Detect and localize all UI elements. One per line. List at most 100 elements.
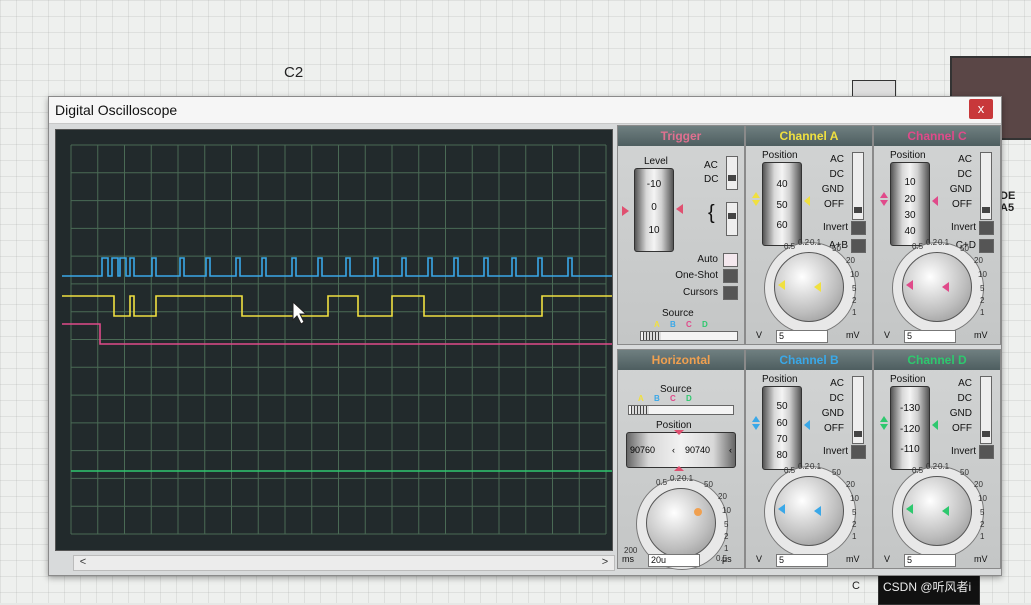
volts-pointer-icon — [778, 280, 785, 290]
coupling-ac-label: AC — [958, 154, 972, 165]
volts-unit-left: V — [884, 554, 891, 564]
scale-tick: 50 — [832, 244, 841, 253]
channel-position-dial[interactable]: 10 20 30 40 — [890, 162, 930, 246]
coupling-off-label: OFF — [952, 199, 972, 210]
component-label-c: C — [852, 580, 860, 592]
close-button[interactable]: x — [969, 99, 993, 119]
coupling-gnd-label: GND — [821, 408, 844, 419]
source-a: A — [654, 320, 660, 329]
position-up-arrow-icon[interactable] — [752, 416, 760, 422]
level-tick: 10 — [648, 225, 660, 236]
invert-toggle[interactable] — [851, 221, 866, 235]
coupling-dc-label: DC — [829, 393, 844, 404]
horizontal-scrollbar[interactable]: < > — [73, 555, 615, 571]
horizontal-source-slider[interactable] — [628, 405, 734, 415]
auto-toggle[interactable] — [723, 253, 738, 267]
position-down-arrow-icon[interactable] — [880, 200, 888, 206]
source-d: D — [686, 394, 692, 403]
timebase-indicator-icon — [694, 508, 702, 516]
trigger-coupling-switch[interactable] — [726, 156, 738, 190]
coupling-ac-label: AC — [958, 378, 972, 389]
scale-tick: 1 — [852, 308, 857, 317]
position-down-arrow-icon[interactable] — [880, 424, 888, 430]
trigger-panel: Trigger Level -10 0 10 AC DC { Auto One-… — [617, 125, 745, 345]
invert-label: Invert — [950, 446, 976, 457]
scale-tick: 5 — [980, 508, 985, 517]
pos-arrow-right-icon: ‹ — [729, 445, 732, 455]
channel-position-dial[interactable]: -130 -120 -110 — [890, 386, 930, 470]
coupling-switch[interactable] — [980, 152, 992, 220]
scale-tick: 20 — [846, 480, 855, 489]
invert-toggle[interactable] — [979, 221, 994, 235]
position-tick: 50 — [776, 401, 788, 412]
volts-value[interactable]: 5 — [904, 330, 956, 343]
position-marker-icon — [804, 420, 810, 430]
invert-toggle[interactable] — [851, 445, 866, 459]
trigger-source-label: Source — [662, 308, 694, 319]
trigger-source-slider[interactable] — [640, 331, 738, 341]
title-bar[interactable]: Digital Oscilloscope x — [49, 97, 1001, 124]
trigger-ac-label: AC — [704, 160, 718, 171]
channel-title: Channel B — [746, 350, 872, 370]
channel-d-panel: Channel D Position -130 -120 -110 AC DC GN… — [873, 349, 1001, 569]
coupling-switch[interactable] — [980, 376, 992, 444]
position-tick: 50 — [776, 200, 788, 211]
scale-tick: 2 — [852, 296, 857, 305]
slider-thumb[interactable] — [643, 332, 661, 340]
scale-tick: 0.2 — [926, 462, 938, 471]
scale-tick: 50 — [832, 468, 841, 477]
cursors-toggle[interactable] — [723, 286, 738, 300]
invert-toggle[interactable] — [979, 445, 994, 459]
volts-unit-right: mV — [974, 554, 988, 564]
slider-thumb[interactable] — [631, 406, 649, 414]
volts-unit-left: V — [884, 330, 891, 340]
position-tick: 20 — [904, 194, 916, 205]
pos-arrow-left-icon: ‹ — [672, 445, 675, 455]
scale-tick: 5 — [980, 284, 985, 293]
position-tick: 40 — [776, 179, 788, 190]
position-marker-top-icon — [674, 430, 684, 435]
scope-screen — [55, 129, 613, 551]
volts-unit-right: mV — [846, 330, 860, 340]
volts-value[interactable]: 5 — [776, 330, 828, 343]
scroll-left-arrow[interactable]: < — [76, 556, 90, 568]
scale-tick: 20 — [846, 256, 855, 265]
timebase-value[interactable]: 20u — [648, 554, 700, 567]
volts-unit-left: V — [756, 554, 763, 564]
channel-c-trace — [62, 323, 612, 345]
trigger-edge-switch[interactable] — [726, 202, 738, 236]
horizontal-position-dial[interactable]: 90760 ‹ 90740 ‹ — [626, 432, 736, 468]
position-up-arrow-icon[interactable] — [880, 416, 888, 422]
position-label: Position — [762, 374, 798, 385]
scale-tick: 10 — [978, 270, 987, 279]
trigger-level-dial[interactable]: -10 0 10 — [634, 168, 674, 252]
volts-value[interactable]: 5 — [776, 554, 828, 567]
volts-indicator-icon — [814, 282, 821, 292]
coupling-switch[interactable] — [852, 152, 864, 220]
oscilloscope-window: Digital Oscilloscope x < > Trigger Level… — [48, 96, 1002, 576]
position-up-arrow-icon[interactable] — [880, 192, 888, 198]
pos-left-value: 90760 — [630, 445, 656, 455]
coupling-dc-label: DC — [957, 393, 972, 404]
scale-tick: 50 — [960, 244, 969, 253]
scale-tick: 0.1 — [938, 462, 950, 471]
level-tick: -10 — [646, 179, 662, 190]
channel-position-dial[interactable]: 50 60 70 80 — [762, 386, 802, 470]
volts-value[interactable]: 5 — [904, 554, 956, 567]
scale-tick: 20 — [974, 480, 983, 489]
edge-icon: { — [708, 202, 715, 224]
channel-position-dial[interactable]: 40 50 60 — [762, 162, 802, 246]
position-down-arrow-icon[interactable] — [752, 424, 760, 430]
position-up-arrow-icon[interactable] — [752, 192, 760, 198]
scale-tick: 5 — [852, 284, 857, 293]
channel-b-trace — [62, 257, 612, 277]
one-shot-toggle[interactable] — [723, 269, 738, 283]
auto-label: Auto — [697, 254, 718, 265]
timebase-knob[interactable] — [646, 488, 716, 558]
position-tick: -110 — [900, 444, 920, 455]
position-down-arrow-icon[interactable] — [752, 200, 760, 206]
channel-title: Channel D — [874, 350, 1000, 370]
position-tick: 70 — [776, 434, 788, 445]
scroll-right-arrow[interactable]: > — [598, 556, 612, 568]
coupling-switch[interactable] — [852, 376, 864, 444]
